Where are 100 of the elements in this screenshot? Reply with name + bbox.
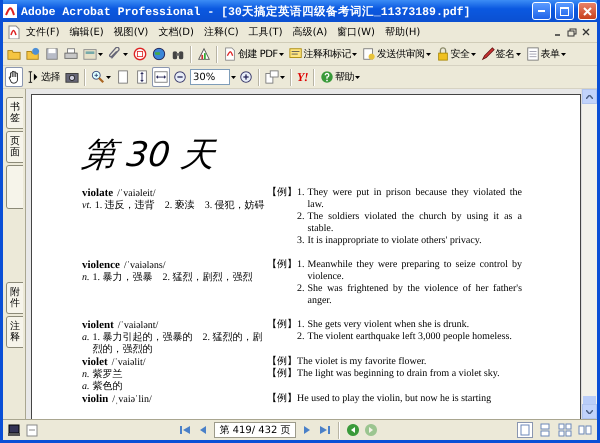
window-title: Adobe Acrobat Professional - [30天搞定英语四级备考词汇_11373189.pdf] xyxy=(21,4,472,18)
toolbar-button[interactable]: 签名 xyxy=(478,44,523,64)
side-tab[interactable]: 注释 xyxy=(6,316,23,348)
pen-icon xyxy=(480,47,495,61)
note-icon xyxy=(288,47,303,61)
menu-item[interactable]: 注释(C) xyxy=(198,24,244,40)
side-tab[interactable] xyxy=(6,165,23,209)
vertical-scrollbar[interactable] xyxy=(581,89,597,419)
magnifier-icon xyxy=(91,70,105,84)
phonetic: /ˌvaiəˈlin/ xyxy=(112,394,152,406)
menu-item[interactable]: 编辑(E) xyxy=(64,24,109,40)
last-page-icon[interactable] xyxy=(318,423,332,437)
example-sentence: The soldiers violated the church by using it as a stable. xyxy=(308,211,522,235)
phonetic: /ˈvaiələnt/ xyxy=(118,320,158,332)
fit-width-button[interactable] xyxy=(152,67,170,87)
example-sentence: The light was beginning to drain from a violet sky. xyxy=(297,368,500,380)
minimize-button[interactable] xyxy=(532,2,551,20)
toolbar-button[interactable]: 表单 xyxy=(524,44,568,64)
page-icon xyxy=(116,70,130,84)
toolbar-button[interactable]: 注释和标记 xyxy=(286,44,360,64)
hand-icon xyxy=(7,70,21,84)
zoom-field[interactable]: 30% xyxy=(190,69,230,85)
example-label: 【例】 xyxy=(267,259,297,272)
menu-item[interactable]: 工具(T) xyxy=(244,24,288,40)
definition: 紫罗兰 xyxy=(92,369,122,380)
fit-width-icon xyxy=(154,70,168,84)
scroll-up-icon[interactable] xyxy=(586,94,593,98)
side-tab[interactable]: 书签 xyxy=(6,97,23,129)
example-sentence: They were put in prison because they violated the law. xyxy=(308,187,522,211)
definition: 1. 暴力，强暴 2. 猛烈，剧烈，强烈 xyxy=(92,272,252,284)
monitor-icon[interactable] xyxy=(7,423,21,437)
page-layout-button[interactable] xyxy=(557,422,573,438)
single-page-icon xyxy=(518,423,532,437)
example-number: 1. xyxy=(297,187,304,200)
folder-globe-icon xyxy=(26,47,40,61)
toolbar-button[interactable]: 选择 xyxy=(24,67,62,87)
example-number: 2. xyxy=(297,211,304,224)
menu-item[interactable]: 文档(D) xyxy=(153,24,199,40)
page-layout-button[interactable] xyxy=(517,422,533,438)
menu-item[interactable]: 视图(V) xyxy=(108,24,154,40)
example-sentence: It is inappropriate to violate others' privacy. xyxy=(308,235,482,247)
example-label: 【例】 xyxy=(267,187,297,200)
acrobat-logo-icon xyxy=(3,4,17,18)
yahoo-button[interactable]: Y! xyxy=(295,67,310,87)
facing-pages-icon xyxy=(578,423,592,437)
side-tab[interactable]: 附件 xyxy=(6,282,23,314)
hand-button[interactable] xyxy=(5,67,23,87)
part-of-speech: n. xyxy=(82,369,90,381)
back-icon[interactable] xyxy=(346,423,360,437)
example-sentence: The violent earthquake left 3,000 people homeless. xyxy=(308,331,512,343)
example-sentence: Meanwhile they were preparing to seize control by violence. xyxy=(308,259,522,283)
scroll-thumb[interactable] xyxy=(583,396,596,404)
phonetic: /ˈvaiəlit/ xyxy=(112,357,146,368)
example-label: 【例】 xyxy=(267,319,297,332)
example-number: 1. xyxy=(297,259,304,272)
document-restore-icon[interactable] xyxy=(567,27,577,37)
help-icon xyxy=(320,70,334,84)
menu-item[interactable]: 文件(F) xyxy=(21,24,65,40)
scroll-down-icon[interactable] xyxy=(586,410,593,414)
organizer-icon xyxy=(83,47,97,61)
toolbar-button[interactable]: 发送供审阅 xyxy=(360,44,433,64)
headword: violent xyxy=(82,319,114,331)
chart-document-icon xyxy=(197,47,211,61)
toolbar-button[interactable]: 帮助 xyxy=(318,67,362,87)
stamp-icon xyxy=(133,47,147,61)
headword: violence xyxy=(82,259,120,271)
part-of-speech: a. xyxy=(82,381,90,393)
example-sentence: He used to play the violin, but now he is starting xyxy=(297,393,492,405)
text-cursor-icon xyxy=(26,70,40,84)
close-icon xyxy=(583,6,592,16)
part-of-speech: a. xyxy=(82,332,90,345)
paperclip-icon xyxy=(108,47,122,61)
menu-item[interactable]: 窗口(W) xyxy=(332,24,380,40)
phonetic: /ˈvaiələns/ xyxy=(124,260,166,272)
example-number: 2. xyxy=(297,283,304,296)
minimize-icon xyxy=(538,10,545,12)
headword: violin xyxy=(82,393,108,405)
toolbar-button[interactable]: 创建 PDF xyxy=(221,44,286,64)
example-sentence: She was frightened by the violence of her father's anger. xyxy=(308,283,522,307)
side-tab[interactable]: 页面 xyxy=(6,131,23,163)
page-number-field[interactable]: 第 419/ 432 页 xyxy=(214,422,296,438)
maximize-button[interactable] xyxy=(555,2,574,20)
pdf-document-icon xyxy=(7,25,21,39)
example-label: 【例】 xyxy=(267,368,297,380)
headword: violet xyxy=(82,356,108,368)
caret-icon xyxy=(231,76,236,78)
document-close-icon[interactable] xyxy=(581,27,591,37)
continuous-facing-icon xyxy=(558,423,572,437)
printer-icon xyxy=(64,47,78,61)
menu-item[interactable]: 帮助(H) xyxy=(380,24,426,40)
example-sentence: The violet is my favorite flower. xyxy=(297,356,426,368)
rotate-pages-icon xyxy=(265,70,279,84)
phonetic: /ˈvaiəleit/ xyxy=(117,188,156,200)
example-label: 【例】 xyxy=(267,356,297,368)
definition: 1. 暴力引起的，强暴的 2. 猛烈的，剧烈的，强烈的 xyxy=(92,332,264,356)
example-number: 3. xyxy=(297,235,304,247)
close-button[interactable] xyxy=(578,2,597,20)
first-page-icon[interactable] xyxy=(178,423,192,437)
toolbar-button[interactable]: 安全 xyxy=(434,44,478,64)
menu-item[interactable]: 高级(A) xyxy=(288,24,332,40)
